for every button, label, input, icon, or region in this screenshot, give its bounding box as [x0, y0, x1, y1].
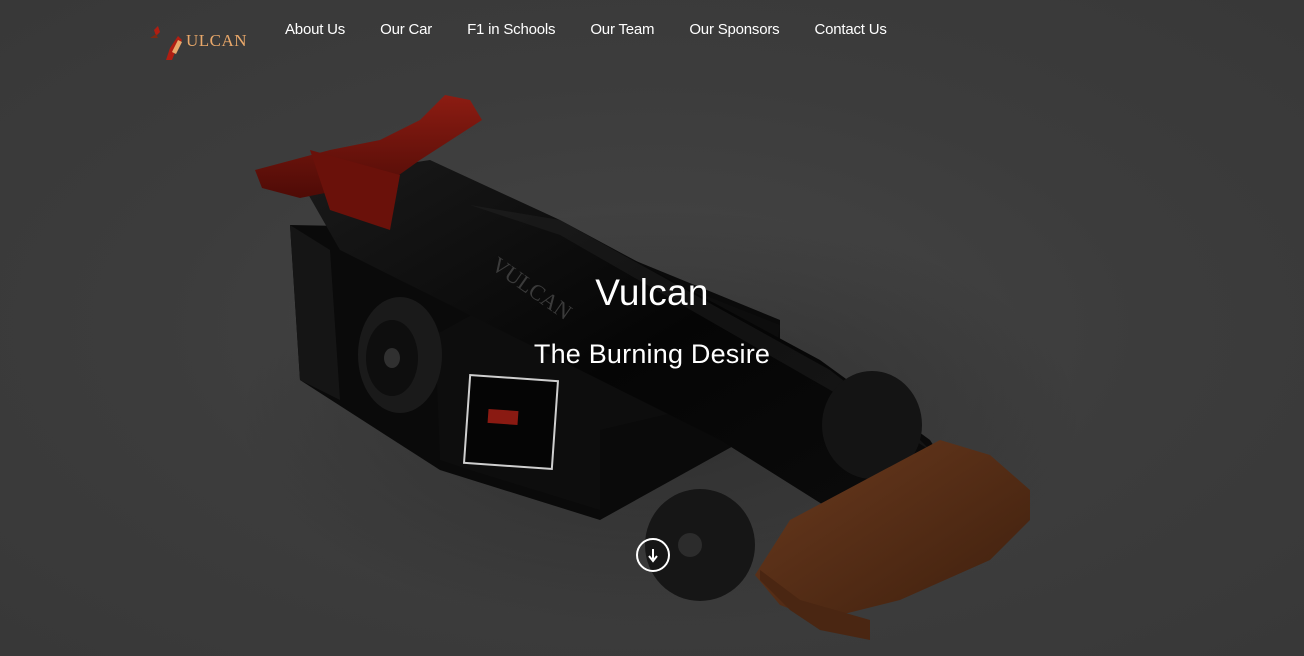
hero-title: Vulcan: [595, 272, 709, 313]
nav-link-our-sponsors[interactable]: Our Sponsors: [689, 21, 779, 38]
arrow-down-icon: [648, 549, 658, 563]
nav-link-contact-us[interactable]: Contact Us: [814, 21, 886, 38]
site-logo[interactable]: ULCAN: [148, 22, 247, 60]
logo-text: ULCAN: [186, 31, 248, 50]
nav-item-f1-in-schools: F1 in Schools: [467, 21, 555, 39]
nav-item-our-sponsors: Our Sponsors: [689, 21, 779, 39]
nav-link-f1-in-schools[interactable]: F1 in Schools: [467, 21, 555, 38]
nav-item-contact-us: Contact Us: [814, 21, 886, 39]
nav-link-about-us[interactable]: About Us: [285, 21, 345, 38]
nav-item-our-team: Our Team: [590, 21, 654, 39]
hero-section: VULCAN Vulcan The Burning Desire: [0, 0, 1304, 656]
nav-menu: About Us Our Car F1 in Schools Our Team …: [285, 21, 922, 39]
nav-link-our-car[interactable]: Our Car: [380, 21, 432, 38]
main-navigation: ULCAN About Us Our Car F1 in Schools Our…: [0, 0, 1304, 62]
nav-link-our-team[interactable]: Our Team: [590, 21, 654, 38]
flame-logo-icon: [150, 26, 182, 60]
hero-subtitle: The Burning Desire: [533, 339, 771, 369]
scroll-down-button[interactable]: [636, 538, 670, 572]
nav-item-our-car: Our Car: [380, 21, 432, 39]
nav-item-about-us: About Us: [285, 21, 345, 39]
